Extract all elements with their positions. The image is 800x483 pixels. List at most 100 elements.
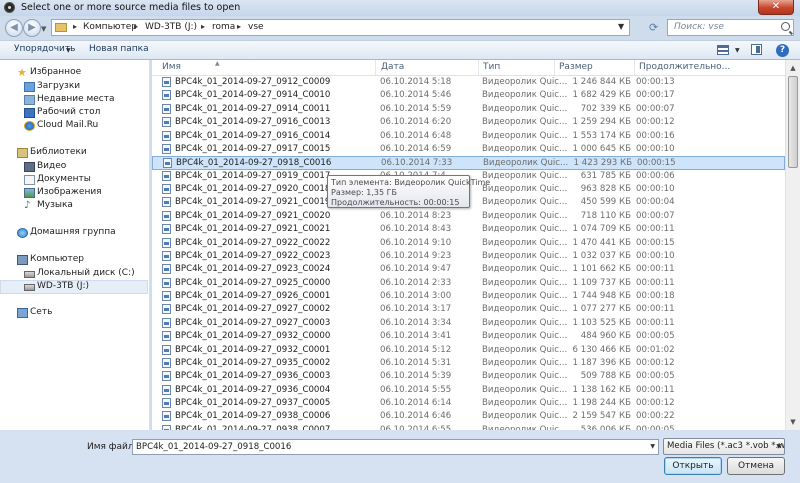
recent-pages-dropdown-icon[interactable]: ▼ <box>41 25 46 33</box>
column-size[interactable]: Размер <box>559 62 593 72</box>
nav-item-desktop[interactable]: Рабочий стол <box>0 107 148 120</box>
file-row[interactable]: BPC4k_01_2014-09-27_0922_C0022 06.10.2014… <box>152 237 785 250</box>
file-date: 06.10.2014 5:18 <box>380 77 452 87</box>
new-folder-button[interactable]: Новая папка <box>89 44 149 54</box>
scroll-down-icon[interactable]: ▼ <box>786 415 800 429</box>
file-row[interactable]: BPC4k_01_2014-09-27_0921_C0020 06.10.2014… <box>152 210 785 223</box>
video-file-icon <box>162 304 171 315</box>
nav-item-documents[interactable]: Документы <box>0 174 148 187</box>
forward-button[interactable]: ▶ <box>23 19 41 37</box>
nav-homegroup[interactable]: Домашняя группа <box>0 227 148 240</box>
column-name[interactable]: Имя <box>162 62 181 72</box>
column-divider[interactable] <box>478 60 479 75</box>
file-row[interactable]: BPC4k_01_2014-09-27_0914_C0011 06.10.2014… <box>152 103 785 116</box>
file-duration: 00:00:11 <box>636 224 675 235</box>
file-size: 1 101 662 КБ <box>572 264 631 275</box>
filename-dropdown-icon[interactable]: ▼ <box>650 443 655 450</box>
filter-dropdown-icon[interactable]: ▼ <box>776 443 781 450</box>
file-row[interactable]: BPC4k_01_2014-09-27_0916_C0014 06.10.2014… <box>152 130 785 143</box>
file-row[interactable]: BPC4k_01_2014-09-27_0922_C0023 06.10.2014… <box>152 250 785 263</box>
file-date: 06.10.2014 5:55 <box>380 384 452 395</box>
column-divider[interactable] <box>375 60 376 75</box>
breadcrumb-separator-icon[interactable]: ▸ <box>201 22 205 31</box>
breadcrumb-separator-icon[interactable]: ▸ <box>73 22 77 31</box>
file-row[interactable]: BPC4k_01_2014-09-27_0925_C0000 06.10.2014… <box>152 277 785 290</box>
file-row[interactable]: BPC4k_01_2014-09-27_0918_C0016 06.10.2014… <box>152 156 785 170</box>
file-row[interactable]: BPC4k_01_2014-09-27_0927_C0002 06.10.2014… <box>152 303 785 316</box>
column-divider[interactable] <box>554 60 555 75</box>
view-dropdown-icon[interactable]: ▼ <box>735 47 740 54</box>
nav-item-pictures[interactable]: Изображения <box>0 187 148 200</box>
column-duration[interactable]: Продолжительно... <box>639 62 730 72</box>
file-size: 1 109 737 КБ <box>572 277 631 288</box>
column-date[interactable]: Дата <box>381 62 404 72</box>
close-button[interactable]: ✕ <box>758 0 794 15</box>
nav-computer[interactable]: Компьютер <box>0 254 148 267</box>
nav-item-video[interactable]: Видео <box>0 161 148 174</box>
file-row[interactable]: BPC4k_01_2014-09-27_0926_C0001 06.10.2014… <box>152 290 785 303</box>
breadcrumb-separator-icon[interactable]: ▸ <box>237 22 241 31</box>
vertical-scrollbar[interactable]: ▲ ▼ <box>785 60 800 430</box>
file-type: Видеоролик Quic... <box>482 90 568 101</box>
nav-item-wd-3tb[interactable]: WD-3TB (J:) <box>0 280 148 294</box>
video-file-icon <box>162 143 171 154</box>
breadcrumb-computer[interactable]: Компьютер <box>83 22 137 32</box>
file-row[interactable]: BPC4k_01_2014-09-27_0917_C0015 06.10.2014… <box>152 143 785 156</box>
preview-pane-icon[interactable] <box>751 44 762 55</box>
file-row[interactable]: BPC4k_01_2014-09-27_0936_C0004 06.10.2014… <box>152 384 785 397</box>
file-type-filter[interactable]: Media Files (*.ac3 *.vob *.wmv ▼ <box>663 438 785 455</box>
back-button[interactable]: ◀ <box>5 19 23 37</box>
app-icon <box>4 2 15 13</box>
breadcrumb-vse[interactable]: vse <box>248 22 264 32</box>
file-row[interactable]: BPC4k_01_2014-09-27_0927_C0003 06.10.2014… <box>152 317 785 330</box>
file-duration: 00:00:11 <box>636 317 675 328</box>
file-row[interactable]: BPC4k_01_2014-09-27_0916_C0013 06.10.2014… <box>152 116 785 129</box>
refresh-icon[interactable]: ⟳ <box>649 21 663 34</box>
video-file-icon <box>162 117 171 128</box>
file-type: Видеоролик Quic... <box>482 291 568 301</box>
change-view-icon[interactable] <box>717 45 729 55</box>
nav-favorites[interactable]: ★ Избранное <box>0 67 148 80</box>
address-bar[interactable]: ▸ Компьютер ▸ WD-3TB (J:) ▸ roma ▸ vse ▼ <box>51 19 630 36</box>
file-row[interactable]: BPC4k_01_2014-09-27_0935_C0002 06.10.2014… <box>152 357 785 370</box>
file-row[interactable]: BPC4k_01_2014-09-27_0936_C0003 06.10.2014… <box>152 370 785 383</box>
file-duration: 00:00:12 <box>636 117 675 128</box>
nav-item-music[interactable]: ♪ Музыка <box>0 200 148 213</box>
file-name: BPC4k_01_2014-09-27_0920_C0018 <box>175 184 331 194</box>
nav-item-downloads[interactable]: Загрузки <box>0 81 148 94</box>
scroll-up-icon[interactable]: ▲ <box>786 61 800 75</box>
file-type: Видеоролик Quic... <box>482 197 568 208</box>
navigation-bar: ◀ ▶ ▼ ▸ Компьютер ▸ WD-3TB (J:) ▸ roma ▸… <box>0 16 800 38</box>
recent-places-icon <box>24 95 35 105</box>
column-type[interactable]: Тип <box>483 62 500 72</box>
open-button[interactable]: Открыть <box>664 457 722 475</box>
address-dropdown-icon[interactable]: ▼ <box>618 22 624 31</box>
breadcrumb-drive[interactable]: WD-3TB (J:) <box>145 22 197 32</box>
search-input[interactable]: Поиск: vse <box>667 19 794 36</box>
file-row[interactable]: BPC4k_01_2014-09-27_0938_C0006 06.10.2014… <box>152 410 785 423</box>
video-file-icon <box>162 331 171 342</box>
breadcrumb-separator-icon[interactable]: ▸ <box>134 22 138 31</box>
help-icon[interactable]: ? <box>776 44 789 57</box>
organize-dropdown-icon[interactable]: ▼ <box>66 47 71 54</box>
file-row[interactable]: BPC4k_01_2014-09-27_0921_C0021 06.10.2014… <box>152 223 785 236</box>
file-row[interactable]: BPC4k_01_2014-09-27_0932_C0001 06.10.2014… <box>152 344 785 357</box>
file-row[interactable]: BPC4k_01_2014-09-27_0912_C0009 06.10.2014… <box>152 76 785 89</box>
video-file-icon <box>162 384 171 395</box>
file-type: Видеоролик Quic... <box>482 371 568 382</box>
nav-item-recent-places[interactable]: Недавние места <box>0 94 148 107</box>
bottom-panel: Имя файла: BPC4k_01_2014-09-27_0918_C001… <box>0 430 800 483</box>
file-row[interactable]: BPC4k_01_2014-09-27_0914_C0010 06.10.2014… <box>152 89 785 102</box>
filename-input[interactable]: BPC4k_01_2014-09-27_0918_C0016 ▼ <box>132 439 659 455</box>
file-row[interactable]: BPC4k_01_2014-09-27_0932_C0000 06.10.2014… <box>152 330 785 343</box>
nav-item-cloud-mail[interactable]: Cloud Mail.Ru <box>0 120 148 133</box>
file-type: Видеоролик Quic... <box>482 317 568 328</box>
scroll-thumb[interactable] <box>788 76 798 168</box>
nav-libraries[interactable]: Библиотеки <box>0 147 148 160</box>
cancel-button[interactable]: Отмена <box>727 457 785 475</box>
breadcrumb-roma[interactable]: roma <box>212 22 235 32</box>
file-row[interactable]: BPC4k_01_2014-09-27_0937_C0005 06.10.2014… <box>152 397 785 410</box>
nav-network[interactable]: Сеть <box>0 307 148 320</box>
file-row[interactable]: BPC4k_01_2014-09-27_0923_C0024 06.10.2014… <box>152 263 785 276</box>
column-divider[interactable] <box>634 60 635 75</box>
